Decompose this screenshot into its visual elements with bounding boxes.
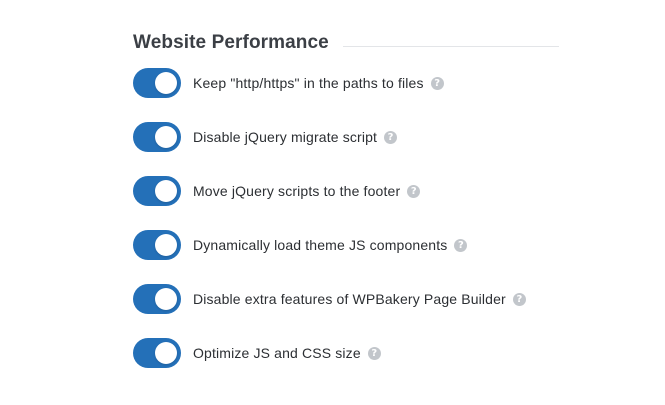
option-row-keep-protocol: Keep "http/https" in the paths to files …: [133, 68, 444, 98]
section-header: Website Performance: [133, 30, 559, 56]
option-label: Disable jQuery migrate script: [193, 129, 378, 145]
dynamic-js-components-toggle[interactable]: [133, 230, 181, 260]
option-label: Keep "http/https" in the paths to files: [193, 75, 424, 91]
option-label: Move jQuery scripts to the footer: [193, 183, 401, 199]
keep-protocol-toggle[interactable]: [133, 68, 181, 98]
help-icon[interactable]: ?: [384, 130, 398, 144]
toggle-knob: [155, 126, 177, 148]
disable-jquery-migrate-toggle[interactable]: [133, 122, 181, 152]
toggle-knob: [155, 72, 177, 94]
option-label: Optimize JS and CSS size: [193, 345, 361, 361]
option-row-disable-wpbakery-features: Disable extra features of WPBakery Page …: [133, 284, 526, 314]
move-jquery-footer-toggle[interactable]: [133, 176, 181, 206]
section-title: Website Performance: [133, 32, 329, 53]
option-label: Dynamically load theme JS components: [193, 237, 448, 253]
toggle-knob: [155, 180, 177, 202]
option-row-optimize-js-css: Optimize JS and CSS size ?: [133, 338, 381, 368]
website-performance-panel: Website Performance Keep "http/https" in…: [0, 0, 665, 405]
help-icon[interactable]: ?: [454, 238, 468, 252]
toggle-knob: [155, 288, 177, 310]
section-divider: [342, 45, 559, 47]
help-icon[interactable]: ?: [512, 292, 526, 306]
option-row-move-jquery-footer: Move jQuery scripts to the footer ?: [133, 176, 421, 206]
help-icon[interactable]: ?: [367, 346, 381, 360]
option-label: Disable extra features of WPBakery Page …: [193, 291, 506, 307]
optimize-js-css-toggle[interactable]: [133, 338, 181, 368]
disable-wpbakery-features-toggle[interactable]: [133, 284, 181, 314]
toggle-knob: [155, 234, 177, 256]
toggle-knob: [155, 342, 177, 364]
option-row-disable-jquery-migrate: Disable jQuery migrate script ?: [133, 122, 398, 152]
option-row-dynamic-js-components: Dynamically load theme JS components ?: [133, 230, 468, 260]
help-icon[interactable]: ?: [407, 184, 421, 198]
help-icon[interactable]: ?: [430, 76, 444, 90]
